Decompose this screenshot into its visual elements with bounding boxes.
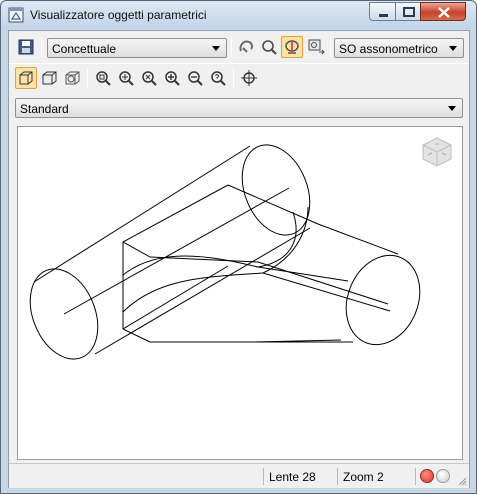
toolbar-separator — [330, 37, 331, 57]
window-title: Visualizzatore oggetti parametrici — [30, 8, 207, 22]
standard-select[interactable]: Standard — [15, 98, 463, 118]
view-value: SO assonometrico — [339, 42, 438, 56]
zoom-window-button[interactable] — [92, 67, 114, 89]
maximize-button[interactable] — [395, 2, 421, 21]
standard-select-value: Standard — [20, 102, 69, 116]
close-icon — [438, 7, 450, 18]
zoom-previous-icon — [211, 71, 226, 86]
visual-style-select[interactable]: Concettuale — [47, 38, 227, 58]
toolbar-separator — [231, 37, 232, 57]
toolbar-separator — [233, 68, 234, 88]
pan-icon — [285, 40, 299, 54]
toolbar-divider — [9, 63, 469, 64]
toolbar-separator — [87, 68, 88, 88]
app-icon — [8, 7, 24, 23]
view-select[interactable]: SO assonometrico — [334, 38, 464, 58]
zoom-out-icon — [188, 71, 203, 86]
zoom-in-icon — [119, 71, 134, 86]
minimize-icon — [379, 14, 388, 17]
status-indicator-grey[interactable] — [436, 469, 450, 483]
zoom-realtime-button[interactable] — [161, 67, 183, 89]
zoom-pane: Zoom 2 — [337, 468, 415, 485]
orbit-icon — [239, 40, 254, 53]
save-button[interactable] — [15, 36, 37, 58]
visual-style-value: Concettuale — [52, 42, 117, 56]
zoom-value: Zoom 2 — [343, 470, 384, 484]
zoom-icon — [262, 40, 277, 55]
zoom-out-button[interactable] — [184, 67, 206, 89]
minimize-button[interactable] — [369, 2, 396, 21]
target-icon — [241, 70, 257, 86]
object-cube-icon — [65, 71, 80, 85]
zoom-extents-icon — [142, 71, 157, 86]
resize-grip-icon[interactable] — [457, 476, 467, 486]
orbit-button[interactable] — [235, 36, 257, 58]
display-options-button[interactable] — [305, 36, 327, 58]
chevron-down-icon — [449, 46, 457, 51]
chevron-down-icon — [212, 46, 220, 51]
zoom-realtime-icon — [165, 71, 180, 86]
app-window: Visualizzatore oggetti parametrici Conce… — [0, 0, 477, 494]
lens-pane: Lente 28 — [263, 468, 337, 485]
wireframe-model — [29, 144, 421, 360]
zoom-extents-button[interactable] — [138, 67, 160, 89]
display-options-icon — [308, 39, 325, 55]
status-bar: Lente 28 Zoom 2 — [9, 463, 469, 488]
shaded-cube-icon — [42, 71, 57, 85]
wireframe-view-button[interactable] — [15, 67, 37, 89]
zoom-in-window-button[interactable] — [115, 67, 137, 89]
target-button[interactable] — [238, 67, 260, 89]
chevron-down-icon — [448, 106, 456, 111]
toolbar-separator — [41, 37, 42, 57]
lens-value: Lente 28 — [269, 470, 316, 484]
close-button[interactable] — [420, 2, 466, 21]
wireframe-cube-icon — [19, 71, 33, 85]
object-view-button[interactable] — [62, 67, 84, 89]
3d-viewport[interactable] — [17, 126, 463, 460]
shaded-view-button[interactable] — [39, 67, 61, 89]
zoom-window-icon — [96, 71, 111, 86]
viewer-client-area: Concettuale SO assonometrico Standard Le… — [8, 30, 470, 488]
status-indicator-red[interactable] — [420, 469, 434, 483]
zoom-button[interactable] — [258, 36, 280, 58]
zoom-previous-button[interactable] — [207, 67, 229, 89]
save-icon — [18, 39, 34, 55]
title-bar[interactable]: Visualizzatore oggetti parametrici — [1, 1, 476, 29]
viewcube-icon[interactable] — [420, 135, 454, 169]
maximize-icon — [403, 7, 415, 17]
pan-button[interactable] — [281, 36, 303, 58]
